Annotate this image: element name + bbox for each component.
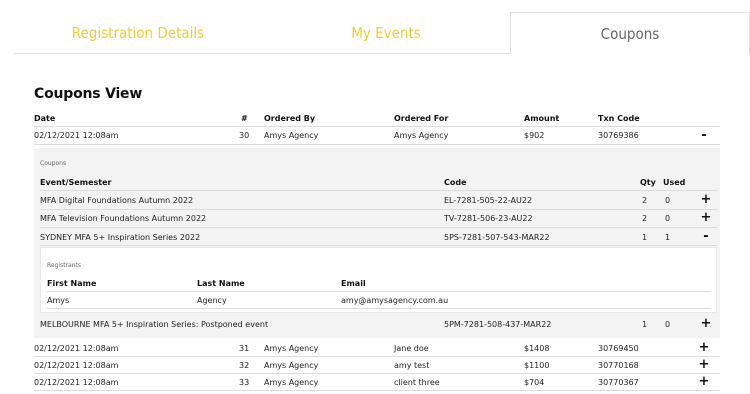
- order-amount: $1408: [524, 344, 550, 353]
- coupon-divider: [40, 245, 717, 246]
- order-date: 02/12/2021 12:08am: [34, 361, 119, 370]
- coupon-header-used: Used: [663, 178, 686, 187]
- registrant-header-last-name: Last Name: [197, 279, 245, 288]
- order-amount: $704: [524, 378, 545, 387]
- ordered-by: Amys Agency: [264, 131, 319, 140]
- coupon-used: 0: [665, 214, 671, 223]
- registrant-header-first-name: First Name: [47, 279, 97, 288]
- coupon-qty: 1: [642, 320, 648, 329]
- ordered-for: Jane doe: [394, 344, 429, 353]
- registrants-caption: Registrants: [47, 262, 81, 269]
- txn-code: 30770168: [598, 361, 639, 370]
- ordered-by: Amys Agency: [264, 361, 319, 370]
- coupon-event: MELBOURNE MFA 5+ Inspiration Series: Pos…: [40, 320, 269, 329]
- tab-bar: Registration Details My Events Coupons: [0, 0, 750, 54]
- registrant-last-name: Agency: [197, 296, 227, 305]
- coupon-header-divider: [40, 190, 717, 191]
- column-header-date: Date: [34, 114, 56, 123]
- coupon-code: TV-7281-506-23-AU22: [444, 214, 533, 223]
- coupon-divider: [40, 227, 717, 228]
- plus-icon[interactable]: +: [698, 358, 710, 371]
- plus-icon[interactable]: +: [700, 211, 712, 224]
- order-date: 02/12/2021 12:08am: [34, 378, 119, 387]
- txn-code: 30769450: [598, 344, 639, 353]
- row-divider: [34, 144, 720, 145]
- column-header-txn-code: Txn Code: [598, 114, 640, 123]
- plus-icon[interactable]: +: [698, 341, 710, 354]
- registrant-header-divider: [47, 291, 711, 292]
- registrant-header-email: Email: [341, 279, 366, 288]
- coupon-qty: 1: [642, 233, 648, 242]
- registrant-first-name: Amys: [47, 296, 70, 305]
- coupon-event: MFA Television Foundations Autumn 2022: [40, 214, 207, 223]
- order-number: 30: [239, 131, 250, 140]
- column-header-amount: Amount: [524, 114, 560, 123]
- coupon-used: 1: [665, 233, 671, 242]
- ordered-by: Amys Agency: [264, 378, 319, 387]
- order-date: 02/12/2021 12:08am: [34, 344, 119, 353]
- coupons-caption: Coupons: [40, 160, 67, 167]
- plus-icon[interactable]: +: [700, 193, 712, 206]
- row-divider: [34, 373, 720, 374]
- coupon-qty: 2: [642, 196, 648, 205]
- plus-icon[interactable]: +: [698, 375, 710, 388]
- order-number: 33: [239, 378, 250, 387]
- tab-registration-details[interactable]: Registration Details: [14, 12, 262, 54]
- ordered-for: Amys Agency: [394, 131, 449, 140]
- row-divider: [34, 356, 720, 357]
- order-amount: $902: [524, 131, 545, 140]
- coupon-divider: [40, 209, 717, 210]
- coupon-event: SYDNEY MFA 5+ Inspiration Series 2022: [40, 233, 201, 242]
- coupon-code: 5PS-7281-507-543-MAR22: [444, 233, 550, 242]
- coupon-header-event: Event/Semester: [40, 178, 112, 187]
- order-date: 02/12/2021 12:08am: [34, 131, 119, 140]
- page-title: Coupons View: [34, 86, 143, 102]
- minus-icon[interactable]: -: [698, 129, 710, 142]
- ordered-for: client three: [394, 378, 440, 387]
- coupon-header-qty: Qty: [640, 178, 656, 187]
- txn-code: 30770367: [598, 378, 639, 387]
- plus-icon[interactable]: +: [700, 317, 712, 330]
- coupon-code: EL-7281-505-22-AU22: [444, 196, 533, 205]
- column-header-number: #: [241, 114, 248, 123]
- coupon-used: 0: [665, 196, 671, 205]
- order-number: 32: [239, 361, 250, 370]
- column-header-ordered-for: Ordered For: [394, 114, 449, 123]
- registrant-divider: [47, 308, 711, 309]
- minus-icon[interactable]: -: [700, 230, 712, 243]
- ordered-by: Amys Agency: [264, 344, 319, 353]
- ordered-for: amy test: [394, 361, 430, 370]
- tab-coupons[interactable]: Coupons: [510, 12, 750, 54]
- coupon-qty: 2: [642, 214, 648, 223]
- column-header-ordered-by: Ordered By: [264, 114, 316, 123]
- coupon-code: 5PM-7281-508-437-MAR22: [444, 320, 552, 329]
- coupon-header-code: Code: [444, 178, 467, 187]
- header-divider: [34, 126, 720, 127]
- registrant-email[interactable]: amy@amysagency.com.au: [341, 296, 448, 305]
- tab-my-events[interactable]: My Events: [262, 12, 510, 54]
- txn-code: 30769386: [598, 131, 639, 140]
- coupon-event: MFA Digital Foundations Autumn 2022: [40, 196, 194, 205]
- coupon-used: 0: [665, 320, 671, 329]
- order-amount: $1100: [524, 361, 550, 370]
- order-number: 31: [239, 344, 250, 353]
- row-divider: [34, 390, 720, 391]
